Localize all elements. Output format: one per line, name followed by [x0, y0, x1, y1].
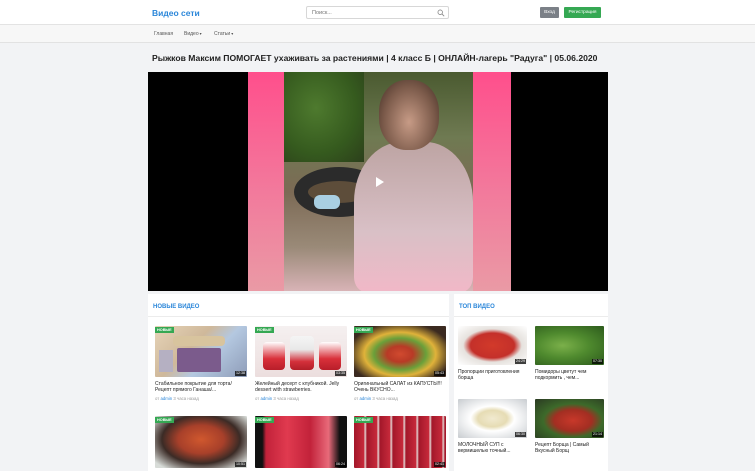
- video-thumbnail[interactable]: НОВЫЕ 03:35: [255, 326, 347, 377]
- video-thumbnail[interactable]: 21:14: [535, 399, 604, 438]
- meta-prefix: от: [354, 395, 359, 401]
- thumb-detail: [263, 342, 285, 370]
- search-box: [306, 6, 449, 19]
- search-input[interactable]: [307, 7, 429, 18]
- video-card-title[interactable]: Пропорции приготовления борща: [458, 369, 527, 382]
- nav-item-label: Видео: [184, 31, 199, 37]
- meta-prefix: от: [155, 395, 160, 401]
- video-title: Рыжков Максим ПОМОГАЕТ ухаживать за раст…: [152, 53, 598, 63]
- new-videos-heading: НОВЫЕ ВИДЕО: [153, 304, 200, 310]
- login-button[interactable]: Вход: [540, 7, 559, 18]
- video-card[interactable]: НОВЫЕ 03:35 Желейный десерт с клубникой.…: [255, 326, 347, 401]
- video-frame-left: [248, 72, 284, 291]
- video-card-meta: от admin 3 часа назад: [155, 396, 247, 401]
- nav-item-articles[interactable]: Статьи▾: [214, 31, 233, 37]
- caret-down-icon: ▾: [231, 31, 234, 36]
- video-thumbnail[interactable]: 24:29: [458, 326, 527, 365]
- duration-label: 12:38: [235, 371, 246, 376]
- video-frame-right: [473, 72, 511, 291]
- video-thumbnail[interactable]: НОВЫЕ 02:41: [354, 416, 446, 468]
- new-badge: НОВЫЕ: [354, 327, 373, 333]
- author-link[interactable]: admin: [260, 396, 272, 401]
- video-card-title[interactable]: Рецепт Борща | Самый Вкусный Борщ: [535, 442, 604, 455]
- register-button[interactable]: Регистрация: [564, 7, 601, 18]
- duration-label: 06:30: [515, 432, 526, 437]
- duration-label: 03:35: [335, 371, 346, 376]
- video-card[interactable]: НОВЫЕ 06:24: [255, 416, 347, 468]
- new-badge: НОВЫЕ: [354, 417, 373, 423]
- new-badge: НОВЫЕ: [155, 417, 174, 423]
- video-card[interactable]: НОВЫЕ 12:38 Стабильное покрытие для торт…: [155, 326, 247, 401]
- new-videos-panel: НОВЫЕ ВИДЕО НОВЫЕ 12:38 Стабильное покры…: [148, 294, 449, 471]
- video-card-meta: от admin 3 часа назад: [255, 396, 347, 401]
- divider: [148, 316, 449, 317]
- video-card-title[interactable]: Помидоры цветут чем подкормить , чем...: [535, 369, 604, 382]
- video-thumbnail[interactable]: НОВЫЕ 10:51: [155, 416, 247, 468]
- duration-label: 24:29: [515, 359, 526, 364]
- site-logo[interactable]: Видео сети: [152, 8, 200, 18]
- video-card[interactable]: 07:30 Помидоры цветут чем подкормить , ч…: [535, 326, 604, 382]
- thumb-detail: [319, 342, 341, 370]
- video-card-title[interactable]: МОЛОЧНЫЙ СУП с вермишелью точный...: [458, 442, 527, 455]
- top-header: Видео сети Вход Регистрация: [0, 0, 755, 25]
- main-nav: Главная Видео▾ Статьи▾: [0, 25, 755, 43]
- nav-item-video[interactable]: Видео▾: [184, 31, 202, 37]
- video-card[interactable]: НОВЫЕ 05:43 Оригинальный САЛАТ из КАПУСТ…: [354, 326, 446, 401]
- video-thumbnail[interactable]: 07:30: [535, 326, 604, 365]
- video-player[interactable]: [148, 72, 608, 291]
- thumb-detail: [290, 336, 314, 370]
- video-card[interactable]: НОВЫЕ 10:51: [155, 416, 247, 468]
- duration-label: 06:24: [335, 462, 346, 467]
- video-card[interactable]: НОВЫЕ 02:41: [354, 416, 446, 468]
- nav-item-label: Главная: [154, 31, 174, 37]
- video-card[interactable]: 21:14 Рецепт Борща | Самый Вкусный Борщ: [535, 399, 604, 455]
- video-card-title[interactable]: Оригинальный САЛАТ из КАПУСТЫ!!! Очень В…: [354, 381, 446, 394]
- video-card-title[interactable]: Желейный десерт с клубникой. Jelly desse…: [255, 381, 347, 394]
- duration-label: 21:14: [592, 432, 603, 437]
- nav-item-home[interactable]: Главная: [154, 31, 173, 37]
- nav-item-label: Статьи: [214, 31, 231, 37]
- new-badge: НОВЫЕ: [255, 327, 274, 333]
- duration-label: 10:51: [235, 462, 246, 467]
- author-link[interactable]: admin: [359, 396, 371, 401]
- frame-glove: [314, 195, 340, 209]
- post-time: 3 часа назад: [273, 395, 299, 401]
- video-thumbnail[interactable]: НОВЫЕ 05:43: [354, 326, 446, 377]
- duration-label: 07:30: [592, 359, 603, 364]
- frame-bush: [284, 72, 364, 162]
- video-thumbnail[interactable]: НОВЫЕ 12:38: [155, 326, 247, 377]
- post-time: 3 часа назад: [372, 395, 398, 401]
- play-icon[interactable]: [375, 176, 385, 188]
- author-link[interactable]: admin: [160, 396, 172, 401]
- search-icon[interactable]: [437, 9, 445, 17]
- new-badge: НОВЫЕ: [155, 327, 174, 333]
- top-videos-heading: ТОП ВИДЕО: [459, 304, 495, 310]
- duration-label: 05:43: [434, 371, 445, 376]
- thumb-detail: [177, 348, 221, 372]
- new-badge: НОВЫЕ: [255, 417, 274, 423]
- frame-head: [379, 80, 439, 150]
- duration-label: 02:41: [434, 462, 445, 467]
- top-videos-panel: ТОП ВИДЕО 24:29 Пропорции приготовления …: [454, 294, 608, 471]
- meta-prefix: от: [255, 395, 260, 401]
- caret-down-icon: ▾: [199, 31, 202, 36]
- post-time: 3 часа назад: [173, 395, 199, 401]
- video-card[interactable]: 06:30 МОЛОЧНЫЙ СУП с вермишелью точный..…: [458, 399, 527, 455]
- video-card[interactable]: 24:29 Пропорции приготовления борща: [458, 326, 527, 382]
- divider: [454, 316, 608, 317]
- video-card-title[interactable]: Стабильное покрытие для торта/ Рецепт пр…: [155, 381, 247, 394]
- thumb-detail: [159, 350, 173, 372]
- frame-person: [354, 142, 473, 291]
- thumb-detail: [173, 336, 225, 346]
- video-thumbnail[interactable]: НОВЫЕ 06:24: [255, 416, 347, 468]
- video-card-meta: от admin 3 часа назад: [354, 396, 446, 401]
- video-thumbnail[interactable]: 06:30: [458, 399, 527, 438]
